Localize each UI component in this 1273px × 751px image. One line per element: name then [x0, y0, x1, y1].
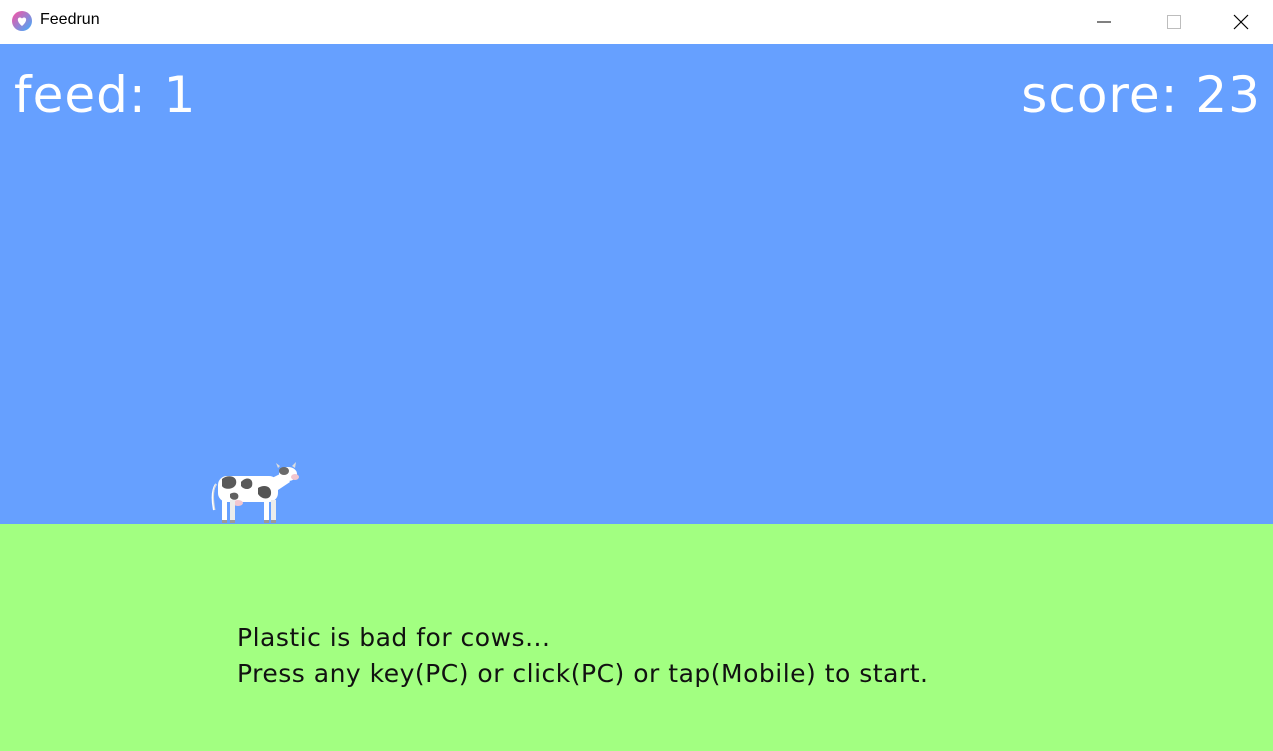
feed-counter: feed: 1	[14, 66, 197, 124]
maximize-icon	[1167, 15, 1181, 29]
score-counter: score: 23	[1021, 66, 1261, 124]
app-icon	[12, 11, 32, 31]
title-bar: Feedrun	[0, 0, 1273, 44]
close-icon	[1233, 14, 1249, 30]
close-button[interactable]	[1209, 0, 1273, 44]
cow-sprite	[211, 462, 299, 523]
message-line-2: Press any key(PC) or click(PC) or tap(Mo…	[237, 659, 929, 688]
start-message: Plastic is bad for cows... Press any key…	[237, 620, 928, 692]
window-title: Feedrun	[40, 11, 100, 28]
minimize-icon	[1097, 21, 1111, 23]
maximize-button[interactable]	[1139, 0, 1209, 44]
message-line-1: Plastic is bad for cows...	[237, 623, 551, 652]
minimize-button[interactable]	[1069, 0, 1139, 44]
